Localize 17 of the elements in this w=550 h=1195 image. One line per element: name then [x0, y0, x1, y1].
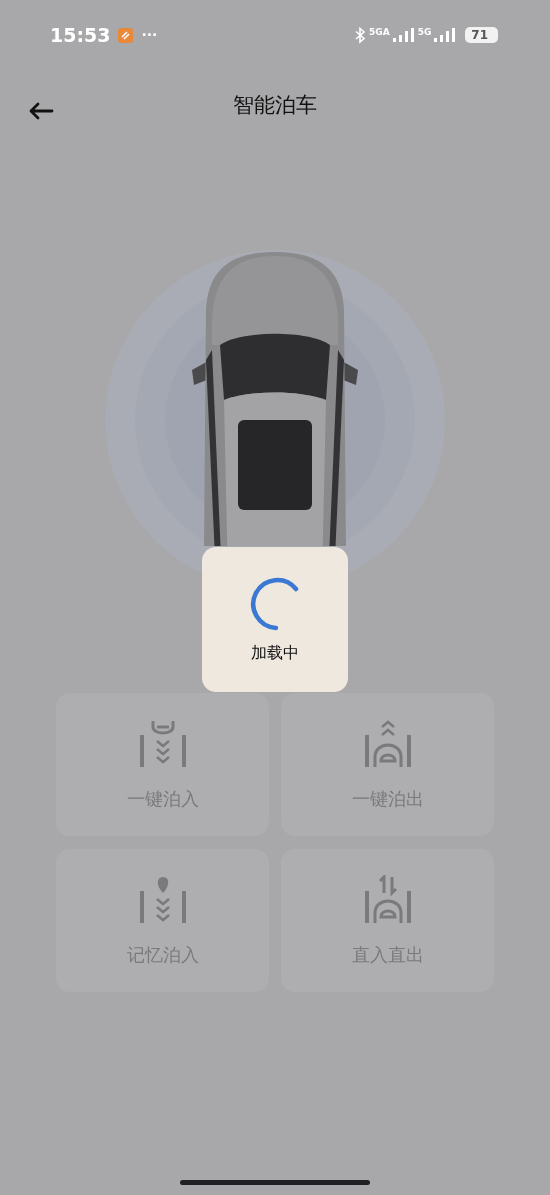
parking-mode-icon — [362, 874, 413, 925]
app-notification-icon — [118, 27, 134, 43]
parking-mode-icon — [137, 874, 188, 925]
network-label: 5G — [417, 26, 432, 37]
battery-indicator: 71 — [465, 27, 498, 43]
parking-mode-icon — [137, 718, 188, 769]
page-title: 智能泊车 — [233, 92, 317, 119]
parking-mode-icon — [362, 718, 413, 769]
signal-icon — [392, 28, 415, 42]
loading-text: 加载中 — [251, 643, 299, 664]
clock-time: 15:53 — [50, 24, 111, 46]
back-button[interactable] — [28, 102, 54, 120]
more-indicator: ··· — [141, 27, 158, 43]
loading-spinner-icon — [250, 575, 300, 633]
signal-icon — [434, 28, 457, 42]
bluetooth-icon — [354, 26, 366, 44]
network-label: 5GA — [369, 26, 390, 37]
